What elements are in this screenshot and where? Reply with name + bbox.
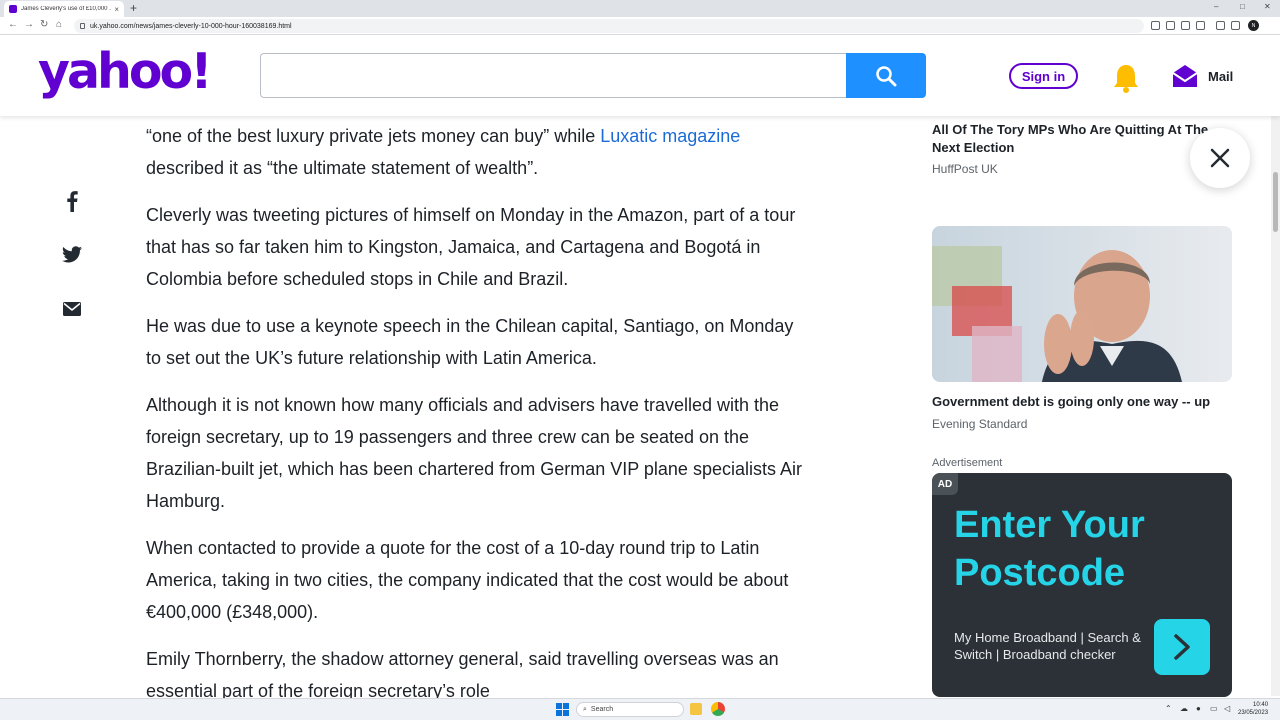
- search-icon: ⌕: [583, 705, 587, 713]
- clock-time: 10:40: [1253, 702, 1269, 708]
- maximize-button[interactable]: □: [1240, 2, 1245, 11]
- chrome-icon[interactable]: [711, 702, 725, 716]
- article-body: “one of the best luxury private jets mon…: [146, 120, 806, 698]
- sidebar-story-title[interactable]: All Of The Tory MPs Who Are Quitting At …: [932, 121, 1217, 157]
- mail-link[interactable]: Mail: [1172, 63, 1233, 89]
- sidebar-story-title[interactable]: Government debt is going only one way --…: [932, 393, 1232, 411]
- sidebar-story-source: HuffPost UK: [932, 162, 998, 176]
- new-tab-button[interactable]: +: [130, 1, 137, 15]
- windows-start-icon[interactable]: [556, 703, 569, 716]
- yahoo-logo[interactable]: yahoo!: [38, 43, 213, 100]
- facebook-share-button[interactable]: [58, 190, 86, 212]
- article-paragraph: Emily Thornberry, the shadow attorney ge…: [146, 649, 779, 698]
- clock-date: 23/05/2023: [1238, 710, 1269, 716]
- email-share-button[interactable]: [58, 302, 86, 316]
- article-paragraph: He was due to use a keynote speech in th…: [146, 316, 794, 368]
- close-window-button[interactable]: ✕: [1264, 2, 1271, 11]
- tray-overflow-icon[interactable]: ⌃: [1165, 704, 1172, 713]
- article-paragraph: Although it is not known how many offici…: [146, 395, 802, 511]
- tab-title: James Cleverly's use of £10,000 ...: [21, 6, 112, 12]
- profile-avatar[interactable]: N: [1248, 20, 1259, 31]
- browser-tab-strip: James Cleverly's use of £10,000 ... × + …: [0, 0, 1280, 17]
- story-thumbnail-image[interactable]: [932, 226, 1232, 382]
- microphone-icon[interactable]: ●: [1196, 704, 1201, 713]
- zoom-icon[interactable]: [1166, 21, 1175, 30]
- ad-subtext: My Home Broadband | Search & Switch | Br…: [954, 630, 1141, 662]
- mail-label: Mail: [1208, 68, 1234, 84]
- advertisement-banner[interactable]: AD Enter Your Postcode My Home Broadband…: [932, 473, 1232, 697]
- paragraph-text: “one of the best luxury private jets mon…: [146, 126, 601, 146]
- close-icon: [1210, 148, 1230, 168]
- site-header: yahoo! Sign in Mail: [0, 35, 1280, 116]
- address-bar[interactable]: uk.yahoo.com/news/james-cleverly-10-000-…: [74, 19, 1144, 33]
- sign-in-button[interactable]: Sign in: [1009, 63, 1078, 89]
- ad-headline: Enter Your Postcode: [954, 501, 1145, 597]
- bookmark-star-icon[interactable]: [1196, 21, 1205, 30]
- browser-tab[interactable]: James Cleverly's use of £10,000 ... ×: [4, 1, 124, 17]
- search-icon: [876, 65, 897, 86]
- ad-cta-button[interactable]: [1154, 619, 1210, 675]
- email-icon: [63, 302, 81, 316]
- chevron-right-icon: [1174, 634, 1190, 660]
- cloud-icon[interactable]: ☁: [1180, 704, 1188, 713]
- article-paragraph: Cleverly was tweeting pictures of himsel…: [146, 205, 796, 289]
- page-scrollbar[interactable]: [1271, 116, 1280, 696]
- network-icon[interactable]: ▭: [1210, 704, 1218, 713]
- lock-icon: [80, 23, 85, 29]
- ad-badge: AD: [932, 473, 958, 495]
- minimize-button[interactable]: –: [1214, 2, 1218, 11]
- search-button[interactable]: [846, 53, 926, 98]
- taskbar-search[interactable]: ⌕ Search: [576, 702, 684, 717]
- install-icon[interactable]: [1151, 21, 1160, 30]
- luxatic-magazine-link[interactable]: Luxatic magazine: [600, 126, 740, 146]
- url-text: uk.yahoo.com/news/james-cleverly-10-000-…: [90, 22, 292, 30]
- twitter-icon: [62, 246, 82, 263]
- close-button[interactable]: [1190, 128, 1250, 188]
- tab-close-button[interactable]: ×: [114, 5, 119, 14]
- twitter-share-button[interactable]: [58, 246, 86, 263]
- paragraph-text: described it as “the ultimate statement …: [146, 158, 539, 178]
- scrollbar-thumb[interactable]: [1273, 172, 1278, 232]
- article-paragraph: “one of the best luxury private jets mon…: [146, 120, 806, 184]
- mail-icon: [1172, 65, 1198, 87]
- system-clock[interactable]: 10:40 23/05/2023: [1238, 701, 1268, 717]
- browser-toolbar: ← → ↻ ⌂ uk.yahoo.com/news/james-cleverly…: [0, 17, 1280, 35]
- share-icon[interactable]: [1181, 21, 1190, 30]
- volume-icon[interactable]: ◁: [1224, 704, 1230, 713]
- side-panel-icon[interactable]: [1231, 21, 1240, 30]
- article-paragraph: When contacted to provide a quote for th…: [146, 538, 789, 622]
- taskbar: ⌕ Search ⌃ ☁ ● ▭ ◁ 10:40 23/05/2023: [0, 698, 1280, 720]
- extensions-icon[interactable]: [1216, 21, 1225, 30]
- file-explorer-icon[interactable]: [690, 703, 702, 715]
- reload-button[interactable]: ↻: [40, 19, 48, 30]
- back-button[interactable]: ←: [8, 19, 18, 30]
- advertisement-label: Advertisement: [932, 457, 1003, 469]
- forward-button[interactable]: →: [24, 19, 34, 30]
- ad-headline-line: Enter Your: [954, 504, 1145, 546]
- notifications-bell-icon[interactable]: [1112, 63, 1140, 98]
- sidebar-story-source: Evening Standard: [932, 417, 1028, 431]
- search-input[interactable]: [260, 53, 848, 98]
- facebook-icon: [67, 191, 78, 212]
- ad-headline-line: Postcode: [954, 552, 1126, 594]
- taskbar-search-label: Search: [590, 706, 614, 713]
- home-button[interactable]: ⌂: [56, 19, 62, 30]
- yahoo-favicon-icon: [9, 5, 17, 13]
